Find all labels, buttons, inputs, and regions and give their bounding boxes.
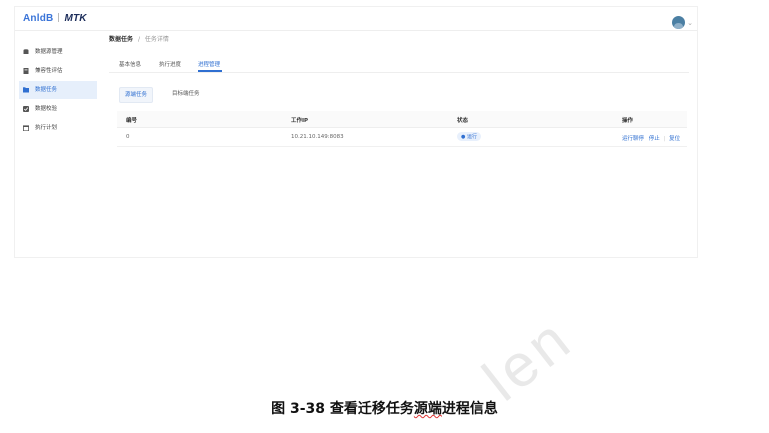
breadcrumb-separator: / — [137, 36, 140, 43]
figure-caption: 图 3-38 查看迁移任务源端进程信息 — [0, 398, 769, 418]
sidebar-item-label: 数据校验 — [35, 106, 58, 112]
sidebar-item-label: 执行计划 — [35, 125, 58, 131]
avatar[interactable] — [672, 16, 686, 29]
sidebar-item-plan[interactable]: 执行计划 — [19, 119, 97, 137]
sidebar-item-label: 兼容性评估 — [35, 68, 63, 74]
calendar-icon — [23, 125, 29, 131]
logo-left-text: AnldB — [23, 13, 54, 24]
caption-prefix: 图 3-38 查看迁移任务 — [271, 401, 414, 417]
folder-icon — [23, 87, 29, 93]
column-header-status: 状态 — [457, 118, 469, 124]
subtab-source[interactable]: 源端任务 — [119, 87, 154, 103]
status-text: 运行 — [466, 134, 477, 140]
tab-basic-info[interactable]: 基本信息 — [119, 60, 141, 68]
app-window: AnldBMTK ⌄ 数据源管理 兼容性评估 数据任务 数据校验 执行计划 数 — [14, 6, 698, 258]
column-header-ip: 工作IP — [291, 118, 309, 124]
stop-link[interactable]: 停止 — [649, 136, 660, 142]
sidebar-item-label: 数据源管理 — [35, 49, 63, 55]
column-header-actions: 操作 — [622, 118, 634, 124]
report-icon — [23, 68, 29, 74]
sidebar-item-datasource[interactable]: 数据源管理 — [19, 43, 97, 61]
logo-divider — [58, 13, 60, 22]
table-header: 编号 工作IP 状态 操作 — [117, 111, 687, 128]
sidebar-item-tasks[interactable]: 数据任务 — [19, 81, 97, 99]
sidebar-item-verify[interactable]: 数据校验 — [19, 100, 97, 118]
pause-run-link[interactable]: 运行聊停 — [622, 136, 644, 142]
row-actions: 运行聊停 停止 | 复位 — [622, 134, 680, 142]
top-bar: AnldB MTK ⌄ — [15, 7, 697, 31]
user-menu[interactable]: ⌄ — [672, 12, 693, 31]
chevron-down-icon[interactable]: ⌄ — [687, 19, 693, 27]
database-icon — [23, 49, 29, 54]
breadcrumb: 数据任务 / 任务详情 — [109, 34, 169, 43]
caption-highlight: 源端 — [413, 401, 442, 417]
sidebar-item-compat[interactable]: 兼容性评估 — [19, 62, 97, 80]
reset-link[interactable]: 复位 — [669, 136, 680, 142]
column-header-id: 编号 — [126, 118, 138, 124]
tab-process-mgmt[interactable]: 进程管理 — [198, 60, 220, 68]
tab-progress[interactable]: 执行进度 — [159, 60, 181, 68]
cell-ip: 10.21.10.149:8083 — [291, 134, 344, 140]
caption-suffix: 进程信息 — [441, 401, 498, 417]
table-row: 0 10.21.10.149:8083 ● 运行 运行聊停 停止 | 复位 — [117, 128, 687, 147]
action-divider: | — [663, 136, 666, 142]
detail-tabs: 基本信息 执行进度 进程管理 — [109, 60, 689, 73]
status-badge: ● 运行 — [457, 132, 481, 141]
breadcrumb-current: 任务详情 — [144, 36, 169, 43]
subtab-target[interactable]: 目标端任务 — [167, 87, 205, 101]
cell-id: 0 — [126, 134, 130, 140]
sidebar: 数据源管理 兼容性评估 数据任务 数据校验 执行计划 — [15, 31, 97, 257]
breadcrumb-root-link[interactable]: 数据任务 — [109, 36, 133, 43]
check-icon — [23, 106, 29, 112]
active-tab-indicator — [198, 70, 222, 72]
app-logo[interactable]: AnldB MTK — [23, 13, 87, 24]
sidebar-item-label: 数据任务 — [35, 87, 58, 93]
logo-right-text: MTK — [64, 13, 87, 24]
